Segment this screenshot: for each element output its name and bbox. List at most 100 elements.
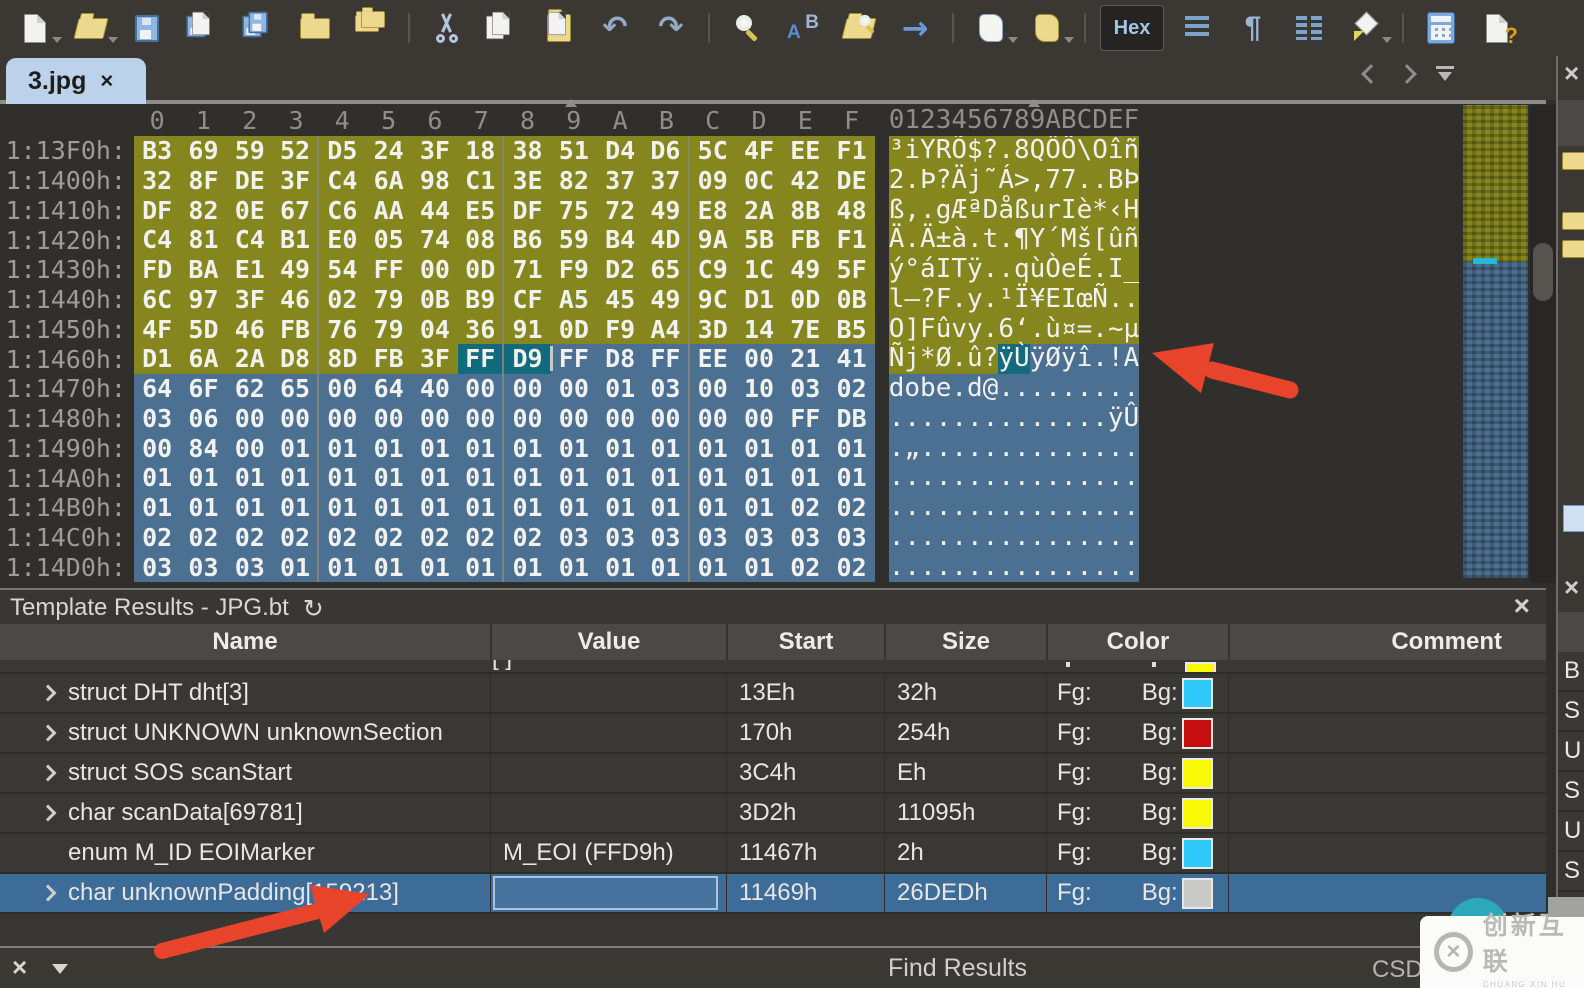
hex-byte-cell[interactable]: 71 bbox=[504, 255, 550, 285]
hex-byte-cell[interactable]: 01 bbox=[597, 374, 643, 404]
hex-byte-cell[interactable]: 38 bbox=[504, 136, 550, 166]
hex-byte-cell[interactable]: E8 bbox=[690, 196, 736, 226]
undo-icon[interactable]: ↶ bbox=[592, 7, 638, 49]
hex-byte-cell[interactable]: 44 bbox=[412, 196, 458, 226]
value-edit-box[interactable] bbox=[493, 876, 718, 910]
hex-byte-cell[interactable]: 46 bbox=[227, 315, 273, 345]
hex-byte-cell[interactable]: 01 bbox=[365, 493, 411, 523]
bg-color-swatch[interactable] bbox=[1182, 878, 1213, 909]
row-value-cell[interactable]: M_EOI (FFD9h) bbox=[490, 834, 726, 872]
hex-byte-cell[interactable]: DE bbox=[828, 166, 874, 196]
hex-byte-cell[interactable]: 01 bbox=[134, 493, 180, 523]
column-header-start[interactable]: Start bbox=[726, 624, 884, 660]
row-name-cell[interactable]: struct DHT dht[3] bbox=[0, 674, 490, 712]
bg-color-swatch[interactable] bbox=[1182, 718, 1213, 749]
hex-byte-cell[interactable]: 01 bbox=[551, 463, 597, 493]
hex-byte-cell[interactable]: D6 bbox=[643, 136, 689, 166]
hex-byte-cell[interactable]: 05 bbox=[365, 225, 411, 255]
hex-byte-cell[interactable]: E1 bbox=[227, 255, 273, 285]
hex-byte-cell[interactable]: 02 bbox=[365, 523, 411, 553]
hex-byte-cell[interactable]: 01 bbox=[227, 493, 273, 523]
find-results-menu-icon[interactable] bbox=[52, 964, 68, 974]
cut-icon[interactable] bbox=[424, 7, 470, 49]
hex-byte-cell[interactable]: 01 bbox=[458, 493, 504, 523]
hex-byte-cell[interactable]: 01 bbox=[597, 434, 643, 464]
hex-byte-cell[interactable]: 3F bbox=[412, 136, 458, 166]
paste-icon[interactable] bbox=[536, 7, 582, 49]
hex-byte-cell[interactable]: DE bbox=[227, 166, 273, 196]
replace-icon[interactable]: AB bbox=[780, 7, 826, 49]
hex-byte-cell[interactable]: 09 bbox=[690, 166, 736, 196]
hex-byte-cell[interactable]: F9 bbox=[551, 255, 597, 285]
save-icon[interactable] bbox=[124, 7, 170, 49]
ascii-cells[interactable]: .„.............. bbox=[889, 434, 1139, 464]
close-icon[interactable]: × bbox=[1564, 58, 1579, 89]
hex-byte-cell[interactable]: 02 bbox=[782, 553, 828, 583]
row-name-cell[interactable]: struct UNKNOWN unknownSection bbox=[0, 714, 490, 752]
columns-icon[interactable] bbox=[1286, 7, 1332, 49]
ascii-cells[interactable]: O]Fûvy.6‘.ù¤=.~µ bbox=[889, 315, 1139, 345]
hex-byte-cell[interactable]: 6F bbox=[180, 374, 226, 404]
hex-byte-cell[interactable]: 5D bbox=[180, 315, 226, 345]
hex-byte-cell[interactable]: 01 bbox=[273, 463, 319, 493]
ascii-cells[interactable]: dobe.d@......... bbox=[889, 374, 1139, 404]
hex-byte-cell[interactable]: D8 bbox=[273, 344, 319, 374]
hex-byte-cell[interactable]: 01 bbox=[412, 434, 458, 464]
hex-byte-cell[interactable]: 00 bbox=[690, 404, 736, 434]
hex-byte-cell[interactable]: 59 bbox=[551, 225, 597, 255]
hex-byte-cell[interactable]: 00 bbox=[736, 344, 782, 374]
column-header-name[interactable]: Name bbox=[0, 624, 490, 660]
hex-byte-cell[interactable]: 01 bbox=[828, 463, 874, 493]
ascii-cells[interactable]: 2.Þ?Äj˜Á>‚77..BÞ bbox=[889, 166, 1139, 196]
hex-byte-cell[interactable]: D8 bbox=[597, 344, 643, 374]
hex-byte-cell[interactable]: 02 bbox=[828, 493, 874, 523]
hex-byte-cell[interactable]: 02 bbox=[319, 523, 365, 553]
hex-byte-cell[interactable]: FF bbox=[643, 344, 689, 374]
hex-byte-cell[interactable]: B9 bbox=[458, 285, 504, 315]
ascii-segment[interactable]: ý°áITÿ..qùÒeÉ.I_ bbox=[889, 255, 1139, 285]
hex-byte-cell[interactable]: 00 bbox=[504, 374, 550, 404]
hex-byte-cell[interactable]: 64 bbox=[365, 374, 411, 404]
hex-byte-cell[interactable]: 00 bbox=[365, 404, 411, 434]
column-header-value[interactable]: Value bbox=[490, 624, 726, 660]
row-name-cell[interactable]: enum M_ID EOIMarker bbox=[0, 834, 490, 872]
hex-byte-cell[interactable]: 32 bbox=[134, 166, 180, 196]
copy-icon[interactable] bbox=[480, 7, 526, 49]
hex-byte-cell[interactable]: 03 bbox=[643, 523, 689, 553]
hex-byte-cell[interactable]: 82 bbox=[551, 166, 597, 196]
hex-byte-cell[interactable]: 48 bbox=[828, 196, 874, 226]
find-in-files-icon[interactable] bbox=[836, 7, 882, 49]
hex-byte-cell[interactable]: 00 bbox=[134, 434, 180, 464]
folder-icon[interactable] bbox=[1562, 152, 1584, 170]
hex-byte-cell[interactable]: 03 bbox=[597, 523, 643, 553]
hex-byte-cell[interactable]: 01 bbox=[319, 553, 365, 583]
hex-byte-cell[interactable]: 0D bbox=[458, 255, 504, 285]
hex-byte-cell[interactable]: 01 bbox=[643, 463, 689, 493]
bg-color-swatch[interactable] bbox=[1182, 798, 1213, 829]
hex-byte-cell[interactable]: 0D bbox=[551, 315, 597, 345]
hex-byte-cell[interactable]: 51 bbox=[551, 136, 597, 166]
hex-byte-cell[interactable]: 59 bbox=[227, 136, 273, 166]
hex-byte-cell[interactable]: C4 bbox=[227, 225, 273, 255]
hex-byte-cell[interactable]: 14 bbox=[736, 315, 782, 345]
hex-byte-cell[interactable]: 02 bbox=[180, 523, 226, 553]
hex-byte-cell[interactable]: 72 bbox=[597, 196, 643, 226]
hex-byte-cell[interactable]: 5C bbox=[690, 136, 736, 166]
hex-byte-cell[interactable]: 01 bbox=[319, 434, 365, 464]
tab-3jpg[interactable]: 3.jpg × bbox=[6, 58, 146, 104]
hex-byte-cell[interactable]: 49 bbox=[643, 196, 689, 226]
hex-byte-cell[interactable]: 6C bbox=[134, 285, 180, 315]
hex-byte-cell[interactable]: 9A bbox=[690, 225, 736, 255]
hex-byte-cell[interactable]: 01 bbox=[365, 434, 411, 464]
hex-byte-cell[interactable]: 1C bbox=[736, 255, 782, 285]
folders-icon[interactable] bbox=[348, 7, 394, 49]
hex-byte-cell[interactable]: 36 bbox=[458, 315, 504, 345]
ascii-segment[interactable]: ß‚.gÆªDåßurIè*‹H bbox=[889, 196, 1139, 226]
hex-byte-cell[interactable]: D2 bbox=[597, 255, 643, 285]
hex-byte-cell[interactable]: C4 bbox=[134, 225, 180, 255]
row-value-cell[interactable] bbox=[490, 754, 726, 792]
hex-byte-cell[interactable]: 02 bbox=[227, 523, 273, 553]
redo-icon[interactable]: ↷ bbox=[648, 7, 694, 49]
hex-byte-cell[interactable]: F1 bbox=[828, 225, 874, 255]
folder-icon[interactable] bbox=[1562, 240, 1584, 258]
